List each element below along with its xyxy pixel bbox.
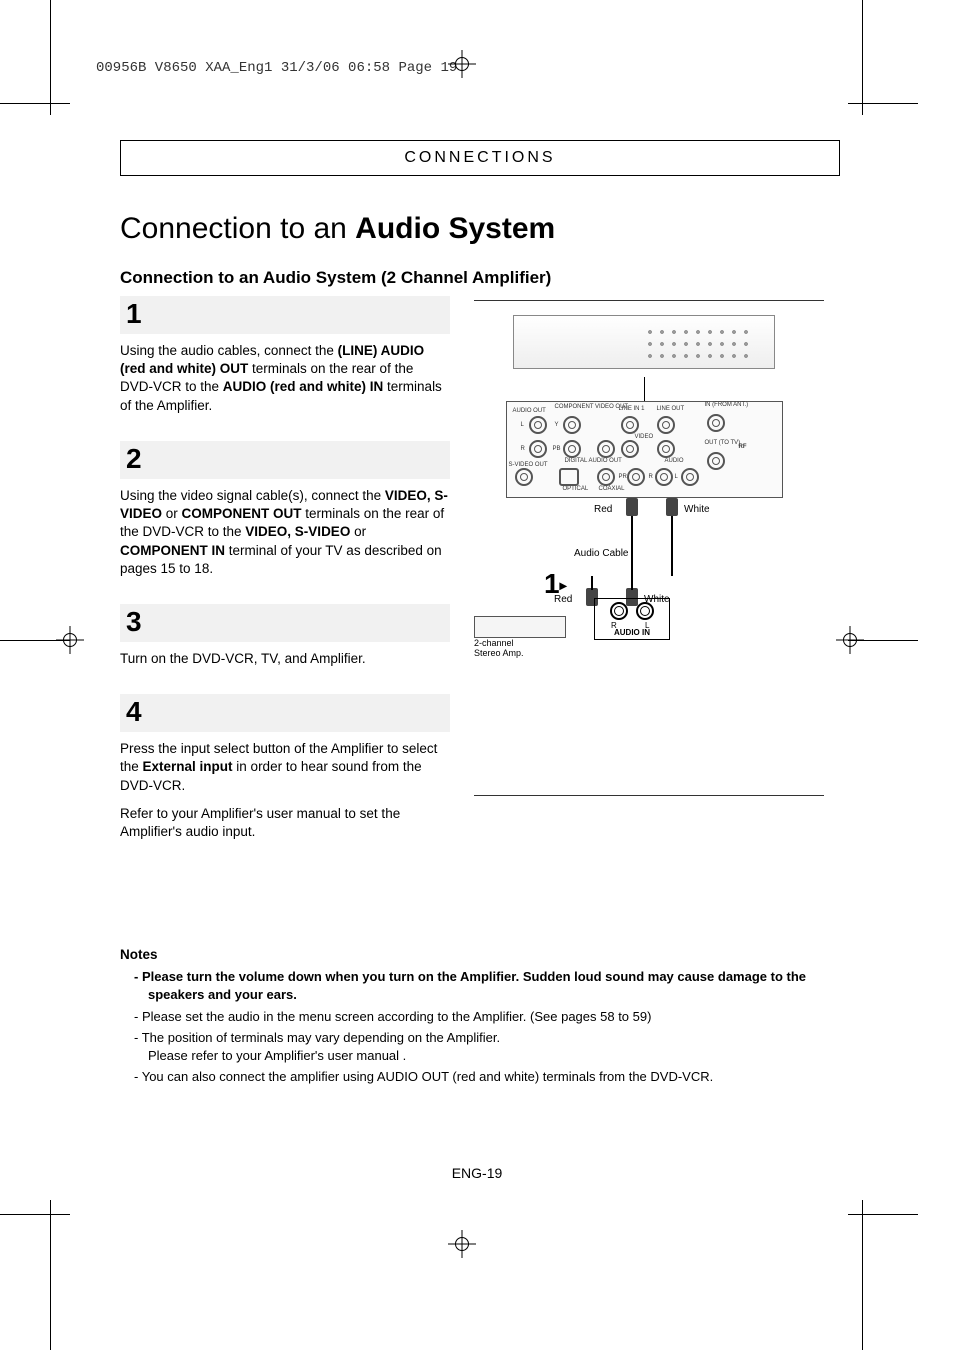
step-number: 4 bbox=[126, 696, 142, 727]
subtitle: Connection to an Audio System (2 Channel… bbox=[120, 268, 840, 288]
steps-column: 1 Using the audio cables, connect the (L… bbox=[120, 296, 450, 867]
label-red: Red bbox=[594, 504, 612, 515]
label-audio-cable: Audio Cable bbox=[574, 548, 628, 559]
amplifier-icon bbox=[474, 616, 566, 638]
step-4-text-2: Refer to your Amplifier's user manual to… bbox=[120, 805, 450, 841]
title-part-bold: Audio System bbox=[355, 212, 555, 245]
title-part-light: Connection to an bbox=[120, 212, 355, 245]
page-number: ENG-19 bbox=[452, 1165, 503, 1181]
notes-section: Notes Please turn the volume down when y… bbox=[120, 947, 840, 1086]
audio-cable-icon: Red White Audio Cable 1▸ Red White bbox=[474, 498, 814, 658]
label-red: Red bbox=[554, 594, 572, 605]
page: 00956B V8650 XAA_Eng1 31/3/06 06:58 Page… bbox=[0, 0, 954, 1351]
step-2: 2 Using the video signal cable(s), conne… bbox=[120, 441, 450, 578]
section-heading: CONNECTIONS bbox=[404, 149, 555, 166]
note-item: Please set the audio in the menu screen … bbox=[120, 1008, 840, 1026]
step-1-text: Using the audio cables, connect the (LIN… bbox=[120, 342, 450, 415]
step-3-text: Turn on the DVD-VCR, TV, and Amplifier. bbox=[120, 650, 450, 668]
step-number: 1 bbox=[126, 298, 142, 329]
section-heading-box: CONNECTIONS bbox=[120, 140, 840, 176]
step-2-text: Using the video signal cable(s), connect… bbox=[120, 487, 450, 578]
amp-label: 2-channelStereo Amp. bbox=[474, 638, 524, 658]
connection-diagram: AUDIO OUT COMPONENT VIDEO OUT LINE IN 1 … bbox=[474, 315, 814, 765]
rear-panel-icon: AUDIO OUT COMPONENT VIDEO OUT LINE IN 1 … bbox=[506, 401, 783, 498]
step-number: 2 bbox=[126, 443, 142, 474]
note-item: Please turn the volume down when you tur… bbox=[120, 968, 840, 1004]
step-4-text-1: Press the input select button of the Amp… bbox=[120, 740, 450, 795]
step-4: 4 Press the input select button of the A… bbox=[120, 694, 450, 841]
diagram-column: AUDIO OUT COMPONENT VIDEO OUT LINE IN 1 … bbox=[474, 296, 824, 867]
note-item: You can also connect the amplifier using… bbox=[120, 1068, 840, 1086]
dvd-vcr-rear-icon bbox=[513, 315, 775, 369]
notes-heading: Notes bbox=[120, 947, 840, 962]
label-white: White bbox=[684, 504, 710, 515]
audio-in-panel: R L AUDIO IN bbox=[594, 598, 670, 640]
page-title: Connection to an Audio System bbox=[120, 212, 840, 246]
content-area: CONNECTIONS Connection to an Audio Syste… bbox=[120, 140, 840, 1089]
note-item: The position of terminals may vary depen… bbox=[120, 1029, 840, 1065]
print-slug: 00956B V8650 XAA_Eng1 31/3/06 06:58 Page… bbox=[96, 60, 457, 76]
step-1: 1 Using the audio cables, connect the (L… bbox=[120, 296, 450, 415]
step-number: 3 bbox=[126, 606, 142, 637]
step-3: 3 Turn on the DVD-VCR, TV, and Amplifier… bbox=[120, 604, 450, 668]
